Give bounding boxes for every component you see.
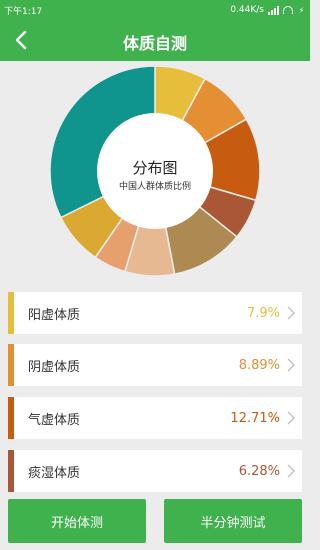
list-item-label: 阳虚体质 [28, 307, 81, 323]
chart-title: 分布图 [132, 159, 178, 177]
network-speed: 0.44K/s [230, 5, 264, 15]
bottom-action-bar: 开始体测 半分钟测试 [0, 493, 310, 550]
color-indicator [8, 450, 14, 492]
start-test-button[interactable]: 开始体测 [8, 499, 146, 543]
list-item-label: 痰湿体质 [28, 465, 81, 481]
list-item-value: 7.9% [246, 305, 280, 321]
list-item-value: 6.28% [238, 463, 280, 479]
half-minute-test-button[interactable]: 半分钟测试 [164, 499, 302, 543]
chevron-right-icon [286, 357, 296, 373]
list-item-value: 12.71% [230, 410, 280, 426]
color-indicator [8, 344, 14, 386]
list-item[interactable]: 气虚体质 12.71% [8, 397, 302, 439]
list-item-label: 气虚体质 [28, 412, 81, 428]
list-item-value: 8.89% [238, 357, 280, 373]
list-item[interactable]: 痰湿体质 6.28% [8, 450, 302, 492]
chevron-right-icon [286, 410, 296, 426]
color-indicator [8, 397, 14, 439]
chart-subtitle: 中国人群体质比例 [118, 182, 191, 192]
status-right: 0.44K/s ⚡ [230, 5, 306, 15]
list-item-label: 阴虚体质 [28, 359, 81, 375]
list-item[interactable]: 阴虚体质 8.89% [8, 344, 302, 386]
list-item[interactable]: 阳虚体质 7.9% [8, 292, 302, 334]
signal-icon [268, 5, 279, 15]
distribution-chart: 分布图 中国人群体质比例 [0, 61, 310, 286]
wifi-icon [283, 6, 293, 14]
status-bar: 下午1:17 0.44K/s ⚡ [0, 0, 310, 20]
chevron-right-icon [286, 305, 296, 321]
status-time: 下午1:17 [4, 6, 43, 17]
app-header: 体质自测 [0, 20, 310, 61]
chevron-right-icon [286, 463, 296, 479]
page-title: 体质自测 [122, 34, 187, 53]
battery-icon: ⚡ [298, 5, 305, 15]
color-indicator [8, 292, 14, 334]
